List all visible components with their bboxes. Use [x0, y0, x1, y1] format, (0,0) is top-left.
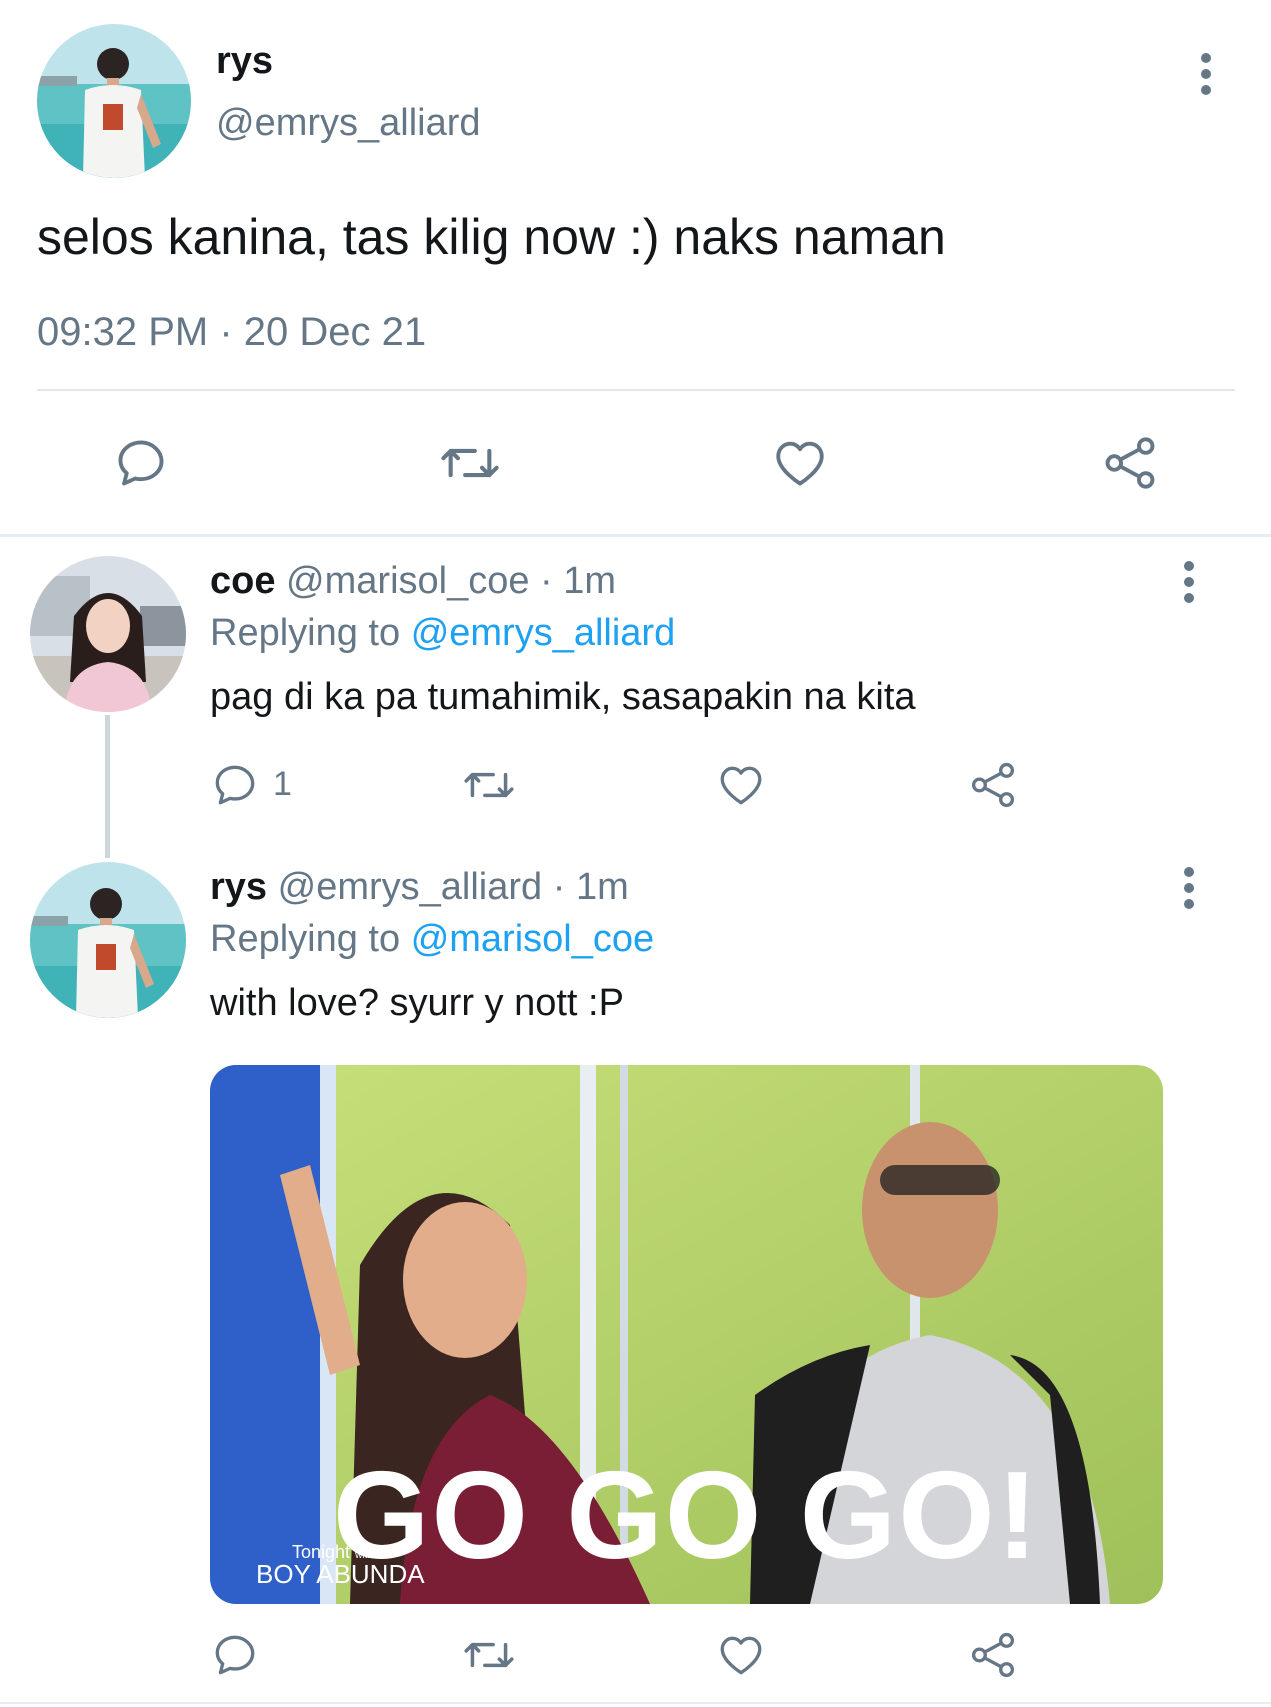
- avatar[interactable]: [30, 556, 186, 712]
- reply-header: rys @emrys_alliard · 1m: [210, 866, 629, 909]
- time-ago[interactable]: 1m: [563, 560, 616, 602]
- divider: [37, 389, 1235, 391]
- display-name[interactable]: rys: [210, 866, 267, 908]
- tweet-date: 20 Dec 21: [243, 310, 427, 354]
- reply-icon[interactable]: [210, 1630, 260, 1680]
- share-icon[interactable]: [968, 1630, 1018, 1680]
- media-watermark: Tonight with BOY ABUNDA: [256, 1543, 425, 1587]
- display-name[interactable]: rys: [216, 40, 273, 83]
- mention-link[interactable]: @emrys_alliard: [411, 612, 676, 654]
- tweet-text: selos kanina, tas kilig now :) naks nama…: [37, 209, 946, 265]
- replying-to: Replying to @marisol_coe: [210, 918, 654, 961]
- handle[interactable]: @marisol_coe: [286, 560, 529, 602]
- retweet-icon[interactable]: [435, 434, 505, 492]
- time-ago[interactable]: 1m: [576, 866, 629, 908]
- like-icon[interactable]: [716, 760, 766, 810]
- share-icon[interactable]: [968, 760, 1018, 810]
- tweet-media[interactable]: GO GO GO! Tonight with BOY ABUNDA: [210, 1065, 1163, 1604]
- tweet-text: pag di ka pa tumahimik, sasapakin na kit…: [210, 676, 916, 718]
- retweet-icon[interactable]: [460, 760, 518, 810]
- display-name[interactable]: coe: [210, 560, 275, 602]
- mention-link[interactable]: @marisol_coe: [411, 918, 654, 960]
- bottom-divider: [0, 1702, 1271, 1704]
- like-icon[interactable]: [716, 1630, 766, 1680]
- retweet-icon[interactable]: [460, 1630, 518, 1680]
- separator: ·: [552, 866, 566, 908]
- replying-prefix: Replying to: [210, 918, 401, 960]
- more-options-icon[interactable]: [1194, 52, 1218, 96]
- avatar[interactable]: [30, 862, 186, 1018]
- handle[interactable]: @emrys_alliard: [216, 102, 481, 145]
- replying-to: Replying to @emrys_alliard: [210, 612, 675, 655]
- more-options-icon[interactable]: [1177, 560, 1201, 604]
- separator: ·: [540, 560, 553, 602]
- tweet-text: with love? syurr y nott :P: [210, 982, 624, 1024]
- share-icon[interactable]: [1100, 434, 1160, 492]
- handle[interactable]: @emrys_alliard: [278, 866, 543, 908]
- reply-count: 1: [273, 765, 292, 803]
- reply-icon[interactable]: [112, 434, 170, 492]
- separator: ·: [219, 310, 233, 354]
- tweet-time: 09:32 PM: [37, 310, 209, 354]
- replying-prefix: Replying to: [210, 612, 401, 654]
- like-icon[interactable]: [770, 434, 830, 492]
- timestamp: 09:32 PM · 20 Dec 21: [37, 310, 426, 355]
- section-divider: [0, 534, 1271, 537]
- avatar[interactable]: [37, 24, 191, 178]
- watermark-brand: BOY ABUNDA: [256, 1559, 425, 1589]
- reply-header: coe @marisol_coe · 1m: [210, 560, 616, 603]
- more-options-icon[interactable]: [1177, 866, 1201, 910]
- reply-icon[interactable]: [210, 760, 260, 810]
- thread-line: [105, 715, 110, 858]
